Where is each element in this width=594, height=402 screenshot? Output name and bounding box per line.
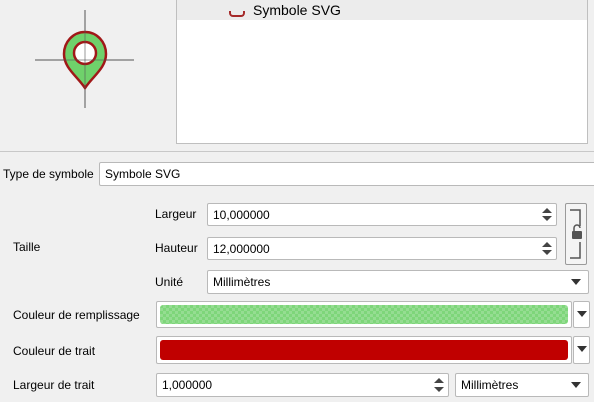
lock-icon <box>570 209 582 259</box>
stroke-color-menu-button[interactable] <box>573 336 590 364</box>
chevron-down-icon <box>577 311 587 317</box>
symbol-preview <box>0 0 176 146</box>
list-item[interactable]: Symbole SVG <box>177 0 587 20</box>
symbol-type-value: Symbole SVG <box>105 167 181 181</box>
stroke-color-swatch <box>160 340 568 360</box>
unit-value: Millimètres <box>213 275 271 289</box>
lock-aspect-button[interactable] <box>565 203 587 265</box>
stroke-color-button[interactable] <box>156 336 572 364</box>
stroke-width-unit-combo[interactable]: Millimètres <box>455 373 589 397</box>
spin-up-icon[interactable] <box>542 208 552 213</box>
chevron-down-icon <box>571 279 581 285</box>
width-spinbox[interactable]: 10,000000 <box>207 203 557 226</box>
chevron-down-icon <box>571 382 581 388</box>
symbol-type-label: Type de symbole <box>3 167 94 181</box>
symbol-layer-list[interactable]: Symbole SVG <box>176 0 588 144</box>
height-label: Hauteur <box>155 241 198 255</box>
fill-color-button[interactable] <box>156 301 572 328</box>
stroke-width-unit-value: Millimètres <box>461 378 519 392</box>
spin-down-icon[interactable] <box>542 216 552 221</box>
spin-down-icon[interactable] <box>434 387 444 392</box>
stroke-color-label: Couleur de trait <box>13 344 96 358</box>
chevron-down-icon <box>577 346 587 352</box>
spin-up-icon[interactable] <box>542 242 552 247</box>
height-value: 12,000000 <box>213 242 270 256</box>
size-group-label: Taille <box>13 240 41 254</box>
unit-combo[interactable]: Millimètres <box>207 270 589 294</box>
fill-color-swatch <box>160 305 568 324</box>
width-label: Largeur <box>155 207 197 221</box>
stroke-width-spinbox[interactable]: 1,000000 <box>156 373 449 397</box>
svg-symbol-icon <box>229 11 245 17</box>
unit-label: Unité <box>155 275 184 289</box>
list-item-label: Symbole SVG <box>253 2 341 18</box>
stroke-width-value: 1,000000 <box>162 378 213 392</box>
height-spinbox[interactable]: 12,000000 <box>207 237 557 260</box>
spin-down-icon[interactable] <box>542 250 552 255</box>
fill-color-label: Couleur de remplissage <box>13 308 140 322</box>
map-pin-icon <box>35 10 134 108</box>
stroke-width-label: Largeur de trait <box>13 378 95 392</box>
symbol-type-combo[interactable]: Symbole SVG <box>99 162 594 186</box>
spin-up-icon[interactable] <box>434 378 444 383</box>
separator <box>0 151 594 152</box>
width-value: 10,000000 <box>213 208 270 222</box>
fill-color-menu-button[interactable] <box>573 301 590 328</box>
